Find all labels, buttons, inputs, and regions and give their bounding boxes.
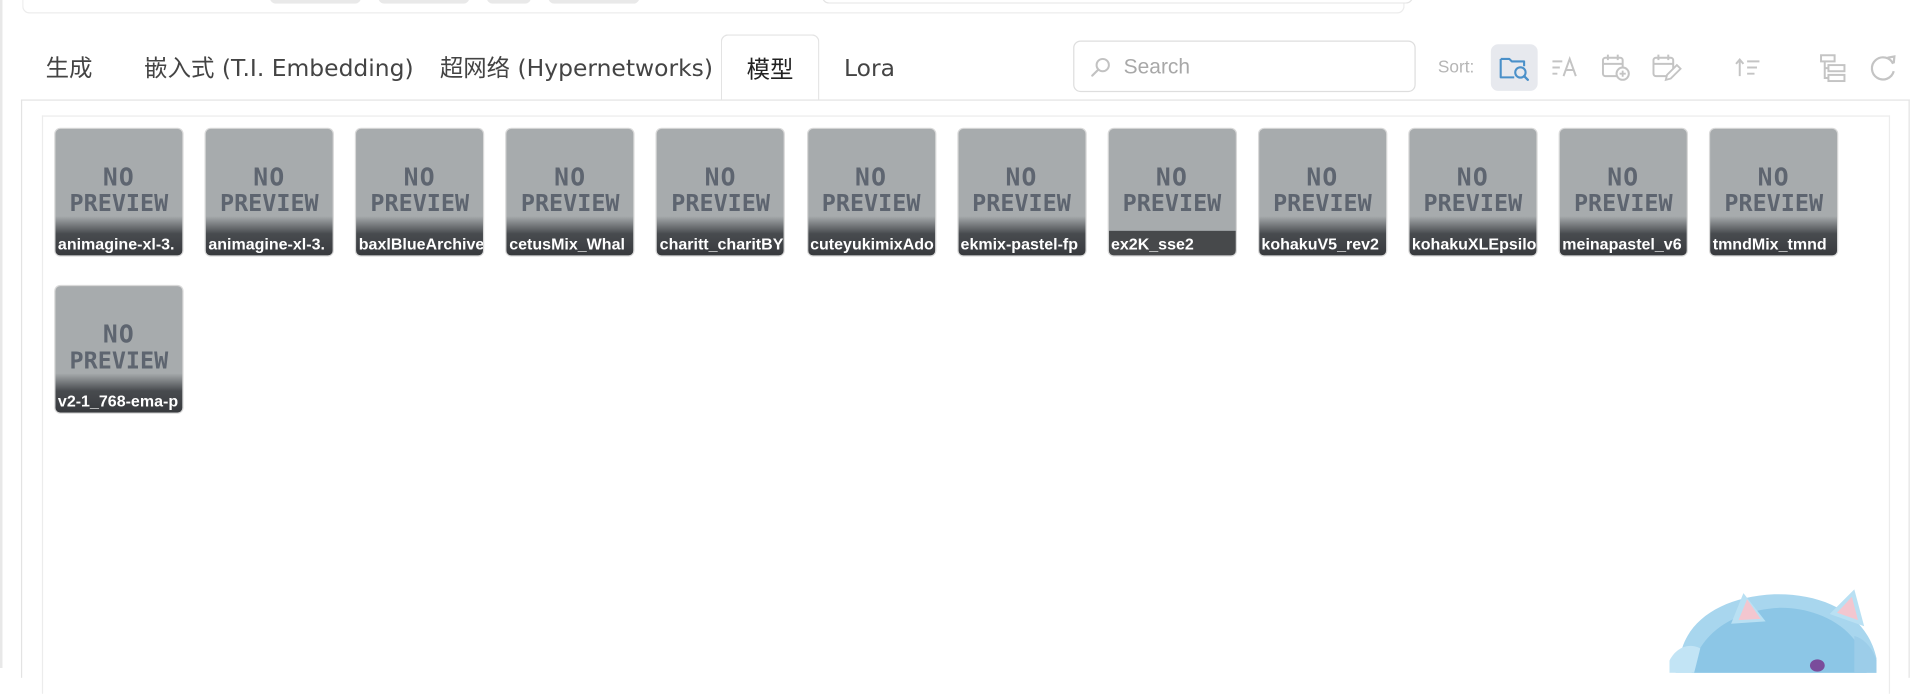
no-preview-placeholder: NO PREVIEW	[507, 163, 634, 217]
refresh-icon	[1870, 55, 1896, 81]
model-card[interactable]: NO PREVIEW ekmix-pastel-fp	[958, 128, 1085, 256]
tab-embedding[interactable]: 嵌入式 (T.I. Embedding)	[144, 34, 413, 99]
model-card[interactable]: NO PREVIEW v2-1_768-ema-p	[55, 286, 183, 413]
model-card-name: charitt_charitBY	[659, 234, 784, 253]
model-card[interactable]: NO PREVIEW ex2K_sse2	[1108, 128, 1236, 256]
sort-by-path-button[interactable]	[1490, 44, 1538, 91]
frame-line	[0, 0, 3, 668]
search-box	[1073, 40, 1416, 93]
no-preview-line1: NO	[1607, 162, 1640, 192]
refresh-button[interactable]	[1859, 44, 1906, 91]
no-preview-line2: PREVIEW	[1273, 190, 1372, 218]
sort-by-name-button[interactable]	[1541, 44, 1588, 91]
no-preview-line2: PREVIEW	[219, 190, 319, 218]
model-card[interactable]: NO PREVIEW kohakuXLEpsilo	[1409, 128, 1537, 256]
tree-view-button[interactable]	[1809, 44, 1856, 91]
model-card-name: tmndMix_tmnd	[1712, 234, 1827, 253]
no-preview-line1: NO	[1757, 162, 1790, 192]
no-preview-placeholder: NO PREVIEW	[958, 163, 1085, 217]
model-card[interactable]: NO PREVIEW cuteyukimixAdo	[807, 128, 935, 256]
no-preview-placeholder: NO PREVIEW	[356, 163, 483, 217]
model-card[interactable]: NO PREVIEW kohakuV5_rev2	[1258, 128, 1386, 256]
no-preview-line1: NO	[704, 162, 737, 192]
no-preview-line1: NO	[554, 162, 587, 192]
mascot-image	[1669, 589, 1877, 673]
model-card[interactable]: NO PREVIEW meinapastel_v6	[1559, 128, 1687, 256]
top-button-remnant[interactable]	[269, 0, 362, 4]
no-preview-line2: PREVIEW	[69, 347, 169, 375]
search-icon	[1091, 57, 1110, 77]
card-gallery: NO PREVIEW animagine-xl-3. NO PREVIEW animagi…	[41, 115, 1891, 694]
tab-checkpoints[interactable]: 模型	[720, 34, 820, 102]
no-preview-line2: PREVIEW	[821, 190, 921, 218]
no-preview-placeholder: NO PREVIEW	[55, 163, 182, 217]
model-card[interactable]: NO PREVIEW cetusMix_Whal	[506, 128, 634, 256]
model-card-name: ex2K_sse2	[1110, 234, 1194, 253]
no-preview-placeholder: NO PREVIEW	[1560, 163, 1687, 217]
model-card[interactable]: NO PREVIEW tmndMix_tmnd	[1710, 128, 1838, 256]
sort-direction-button[interactable]	[1725, 44, 1772, 91]
model-card-name: baxlBlueArchive	[358, 234, 484, 253]
folder-search-icon	[1499, 57, 1529, 81]
sort-label: Sort:	[1437, 56, 1475, 77]
no-preview-line1: NO	[403, 162, 436, 192]
model-card-name: meinapastel_v6	[1562, 234, 1682, 253]
sort-by-date-modified-button[interactable]	[1642, 44, 1689, 91]
model-card[interactable]: NO PREVIEW charitt_charitBY	[657, 128, 785, 256]
gallery-panel: NO PREVIEW animagine-xl-3. NO PREVIEW animagi…	[20, 99, 1910, 694]
no-preview-line1: NO	[855, 162, 888, 192]
no-preview-placeholder: NO PREVIEW	[55, 320, 182, 374]
no-preview-line1: NO	[1005, 162, 1038, 192]
top-button-remnant[interactable]	[378, 0, 470, 4]
model-card-name: kohakuV5_rev2	[1261, 234, 1379, 253]
model-card-name: ekmix-pastel-fp	[960, 234, 1079, 253]
no-preview-line2: PREVIEW	[1724, 190, 1824, 218]
no-preview-line2: PREVIEW	[671, 190, 770, 218]
search-input[interactable]	[1121, 49, 1410, 86]
no-preview-placeholder: NO PREVIEW	[1409, 163, 1536, 217]
no-preview-line2: PREVIEW	[1423, 190, 1523, 218]
no-preview-line2: PREVIEW	[972, 190, 1071, 218]
no-preview-line1: NO	[1456, 162, 1489, 192]
no-preview-line1: NO	[1155, 162, 1189, 192]
calendar-add-icon	[1601, 54, 1630, 81]
tree-view-icon	[1820, 54, 1846, 83]
tab-hypernetworks[interactable]: 超网络 (Hypernetworks)	[440, 34, 713, 99]
no-preview-placeholder: NO PREVIEW	[1259, 163, 1386, 217]
model-card-name: animagine-xl-3.	[57, 234, 175, 253]
top-button-remnant[interactable]	[548, 0, 640, 4]
model-card-name: v2-1_768-ema-p	[57, 391, 179, 411]
calendar-edit-icon	[1652, 54, 1682, 82]
no-preview-placeholder: NO PREVIEW	[808, 163, 935, 217]
sort-by-date-created-button[interactable]	[1592, 44, 1639, 91]
sort-name-icon	[1552, 56, 1577, 77]
model-card[interactable]: NO PREVIEW animagine-xl-3.	[55, 128, 183, 256]
no-preview-placeholder: NO PREVIEW	[1710, 163, 1837, 217]
no-preview-line2: PREVIEW	[1573, 190, 1673, 218]
no-preview-line1: NO	[1306, 162, 1339, 192]
no-preview-line2: PREVIEW	[520, 190, 620, 218]
model-card-name: animagine-xl-3.	[208, 234, 325, 253]
sort-direction-icon	[1735, 58, 1760, 77]
extra-networks-page: 生成 嵌入式 (T.I. Embedding) 超网络 (Hypernetwor…	[0, 0, 1927, 694]
no-preview-line2: PREVIEW	[69, 190, 169, 218]
no-preview-line1: NO	[102, 162, 135, 192]
no-preview-line2: PREVIEW	[1122, 190, 1222, 218]
top-input-remnant[interactable]	[821, 0, 1414, 4]
model-card-name: cuteyukimixAdo	[810, 234, 934, 253]
tab-generate[interactable]: 生成	[46, 34, 93, 99]
model-card[interactable]: NO PREVIEW baxlBlueArchive	[356, 128, 484, 256]
no-preview-placeholder: NO PREVIEW	[1109, 163, 1236, 217]
tab-lora[interactable]: Lora	[844, 34, 895, 99]
no-preview-line2: PREVIEW	[370, 190, 470, 218]
no-preview-placeholder: NO PREVIEW	[206, 163, 333, 217]
model-card-name: kohakuXLEpsilo	[1411, 234, 1537, 253]
model-card[interactable]: NO PREVIEW animagine-xl-3.	[205, 128, 333, 256]
top-button-remnant[interactable]	[486, 0, 532, 4]
no-preview-line1: NO	[253, 162, 286, 192]
model-card-name: cetusMix_Whal	[509, 234, 625, 253]
no-preview-line1: NO	[102, 319, 135, 349]
no-preview-placeholder: NO PREVIEW	[657, 163, 784, 217]
top-toolbar-remnant	[22, 0, 1414, 14]
